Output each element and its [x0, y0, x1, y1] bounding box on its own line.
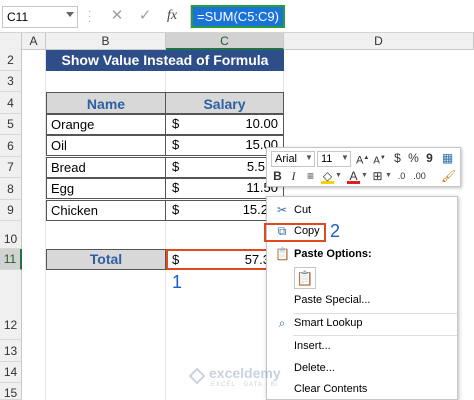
fill-color-icon[interactable]: ◇ [321, 169, 334, 184]
salary-amount: 10.00 [245, 116, 278, 131]
column-header-b[interactable]: B [46, 33, 166, 50]
cell-name[interactable]: Egg [46, 178, 166, 199]
cell-name[interactable]: Oil [46, 135, 166, 156]
watermark: exceldemy EXCEL · DATA · BI [185, 364, 295, 392]
copy-highlight-box [264, 223, 326, 242]
row-header-5[interactable]: 5 [0, 114, 22, 135]
currency-symbol: $ [172, 180, 180, 195]
currency-symbol: $ [172, 159, 180, 174]
row-header-7[interactable]: 7 [0, 157, 22, 178]
row-header-13[interactable]: 13 [0, 340, 22, 362]
column-header-d[interactable]: D [284, 33, 474, 50]
salary-amount: 15.2 [242, 202, 268, 217]
cell-name[interactable]: Orange [46, 114, 166, 135]
chevron-down-icon[interactable]: ▼ [361, 172, 368, 179]
menu-item-label: Cut [294, 204, 312, 216]
font-color-icon[interactable]: A [347, 169, 360, 184]
select-all-corner[interactable] [0, 33, 22, 50]
menu-item-label: Paste Special... [294, 294, 371, 306]
step-1-label: 1 [172, 272, 183, 292]
borders-icon[interactable]: ⊞ [371, 169, 384, 184]
decrease-decimal-icon[interactable]: .00 [413, 169, 426, 184]
row-header-4[interactable]: 4 [0, 92, 22, 114]
search-icon: ⌕ [278, 316, 286, 330]
row-header-14[interactable]: 14 [0, 362, 22, 383]
chevron-down-icon[interactable]: ▼ [335, 172, 342, 179]
row-header-11[interactable]: 11 [0, 249, 22, 270]
bold-icon[interactable]: B [271, 169, 284, 184]
menu-item-smart-lookup[interactable]: ⌕ Smart Lookup [267, 314, 457, 333]
salary-amount: 5.5 [246, 159, 265, 174]
percent-icon[interactable]: % [407, 151, 420, 166]
name-box[interactable]: C11 [2, 6, 78, 28]
row-header-3[interactable]: 3 [0, 71, 22, 92]
row-header-2[interactable]: 2 [0, 50, 22, 71]
currency-symbol: $ [172, 137, 180, 152]
comma-style-icon[interactable]: 9 [423, 151, 436, 166]
increase-font-icon[interactable]: A▲ [356, 151, 369, 167]
header-name[interactable]: Name [46, 92, 166, 114]
paste-option-clipboard-icon[interactable]: 📋 [294, 267, 316, 289]
font-size-value: 11 [321, 153, 333, 165]
menu-item-paste-special[interactable]: Paste Special... [267, 291, 457, 310]
header-salary[interactable]: Salary [165, 92, 284, 114]
column-header-a[interactable]: A [22, 33, 46, 50]
row-header-10[interactable]: 10 [0, 221, 22, 249]
row-header-12[interactable]: 12 [0, 270, 22, 340]
scissors-icon: ✂ [276, 203, 288, 217]
format-painter-icon[interactable]: 🖌 [441, 169, 456, 184]
currency-symbol: $ [172, 252, 180, 267]
row-header-8[interactable]: 8 [0, 178, 22, 200]
decrease-font-icon[interactable]: A▼ [373, 151, 386, 166]
cell-name[interactable]: Chicken [46, 200, 166, 221]
menu-item-label: Delete... [294, 362, 335, 374]
chevron-down-icon[interactable]: ▼ [341, 153, 349, 162]
italic-icon[interactable]: I [287, 169, 300, 184]
menu-item-label: Clear Contents [294, 383, 368, 395]
chevron-down-icon[interactable]: ▼ [305, 153, 313, 162]
cell-name[interactable]: Bread [46, 157, 166, 178]
increase-decimal-icon[interactable]: .0 [395, 169, 408, 184]
menu-item-label: Smart Lookup [294, 317, 363, 329]
column-header-c[interactable]: C [166, 33, 284, 50]
menu-divider [293, 335, 457, 336]
row-header-6[interactable]: 6 [0, 135, 22, 157]
paste-icon: 📋 [275, 247, 290, 261]
menu-item-insert[interactable]: Insert... [267, 337, 457, 356]
currency-symbol: $ [172, 202, 180, 217]
watermark-tagline: EXCEL · DATA · BI [211, 382, 279, 388]
format-table-icon[interactable]: ▦ [441, 151, 454, 166]
chevron-down-icon[interactable] [66, 12, 74, 17]
exceldemy-logo-icon [189, 368, 205, 384]
total-amount: 57.3 [244, 252, 270, 267]
menu-heading-label: Paste Options: [294, 248, 372, 260]
mini-toolbar: Arial ▼ 11 ▼ A▲ A▼ $ % 9 ▦ B I ≡ ◇ ▼ A ▼… [266, 147, 461, 187]
menu-heading-paste-options: 📋 Paste Options: [267, 245, 457, 264]
font-name-value: Arial [275, 153, 298, 165]
menu-item-cut[interactable]: ✂ Cut [267, 201, 457, 220]
total-label[interactable]: Total [46, 249, 166, 270]
chevron-down-icon[interactable]: ▼ [385, 172, 392, 179]
sheet-title[interactable]: Show Value Instead of Formula [46, 50, 284, 71]
watermark-name: exceldemy [209, 365, 281, 381]
menu-item-clear-contents[interactable]: Clear Contents [267, 380, 457, 399]
formula-text: =SUM(C5:C9) [191, 5, 285, 28]
currency-icon[interactable]: $ [391, 151, 404, 166]
step-2-label: 2 [330, 221, 341, 241]
menu-item-label: Insert... [294, 340, 331, 352]
row-header-9[interactable]: 9 [0, 200, 22, 221]
row-header-15[interactable]: 15 [0, 383, 22, 400]
currency-symbol: $ [172, 116, 180, 131]
align-center-icon[interactable]: ≡ [304, 169, 317, 184]
insert-function-icon[interactable]: fx [163, 7, 181, 25]
cancel-icon[interactable]: ✕ [108, 7, 126, 25]
enter-icon[interactable]: ✓ [136, 7, 154, 25]
menu-item-delete[interactable]: Delete... [267, 359, 457, 378]
more-icon: · · · [88, 6, 92, 27]
